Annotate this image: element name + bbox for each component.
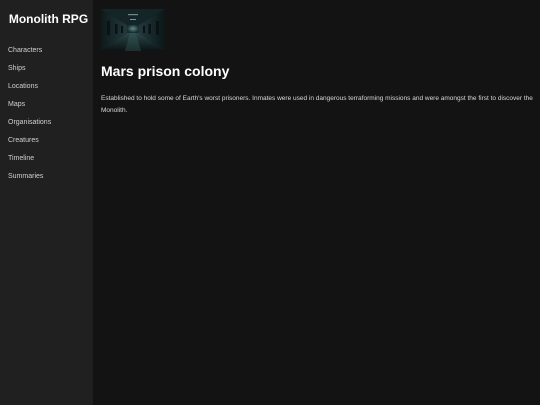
sidebar-item-creatures[interactable]: Creatures bbox=[0, 132, 93, 150]
sidebar-item-characters[interactable]: Characters bbox=[0, 42, 93, 60]
location-image bbox=[101, 9, 165, 51]
sidebar: Monolith RPG Characters Ships Locations … bbox=[0, 0, 93, 405]
page-description: Established to hold some of Earth's wors… bbox=[101, 95, 533, 114]
sidebar-item-summaries[interactable]: Summaries bbox=[0, 168, 93, 186]
sidebar-item-ships[interactable]: Ships bbox=[0, 60, 93, 78]
sidebar-item-locations[interactable]: Locations bbox=[0, 78, 93, 96]
sidebar-item-organisations[interactable]: Organisations bbox=[0, 114, 93, 132]
sidebar-item-timeline[interactable]: Timeline bbox=[0, 150, 93, 168]
main-content: Mars prison colony Established to hold s… bbox=[93, 0, 540, 405]
sidebar-item-maps[interactable]: Maps bbox=[0, 96, 93, 114]
app-title[interactable]: Monolith RPG bbox=[0, 12, 93, 26]
sidebar-nav: Characters Ships Locations Maps Organisa… bbox=[0, 42, 93, 186]
page-title: Mars prison colony bbox=[101, 63, 230, 79]
app-shell: Monolith RPG Characters Ships Locations … bbox=[0, 0, 540, 405]
